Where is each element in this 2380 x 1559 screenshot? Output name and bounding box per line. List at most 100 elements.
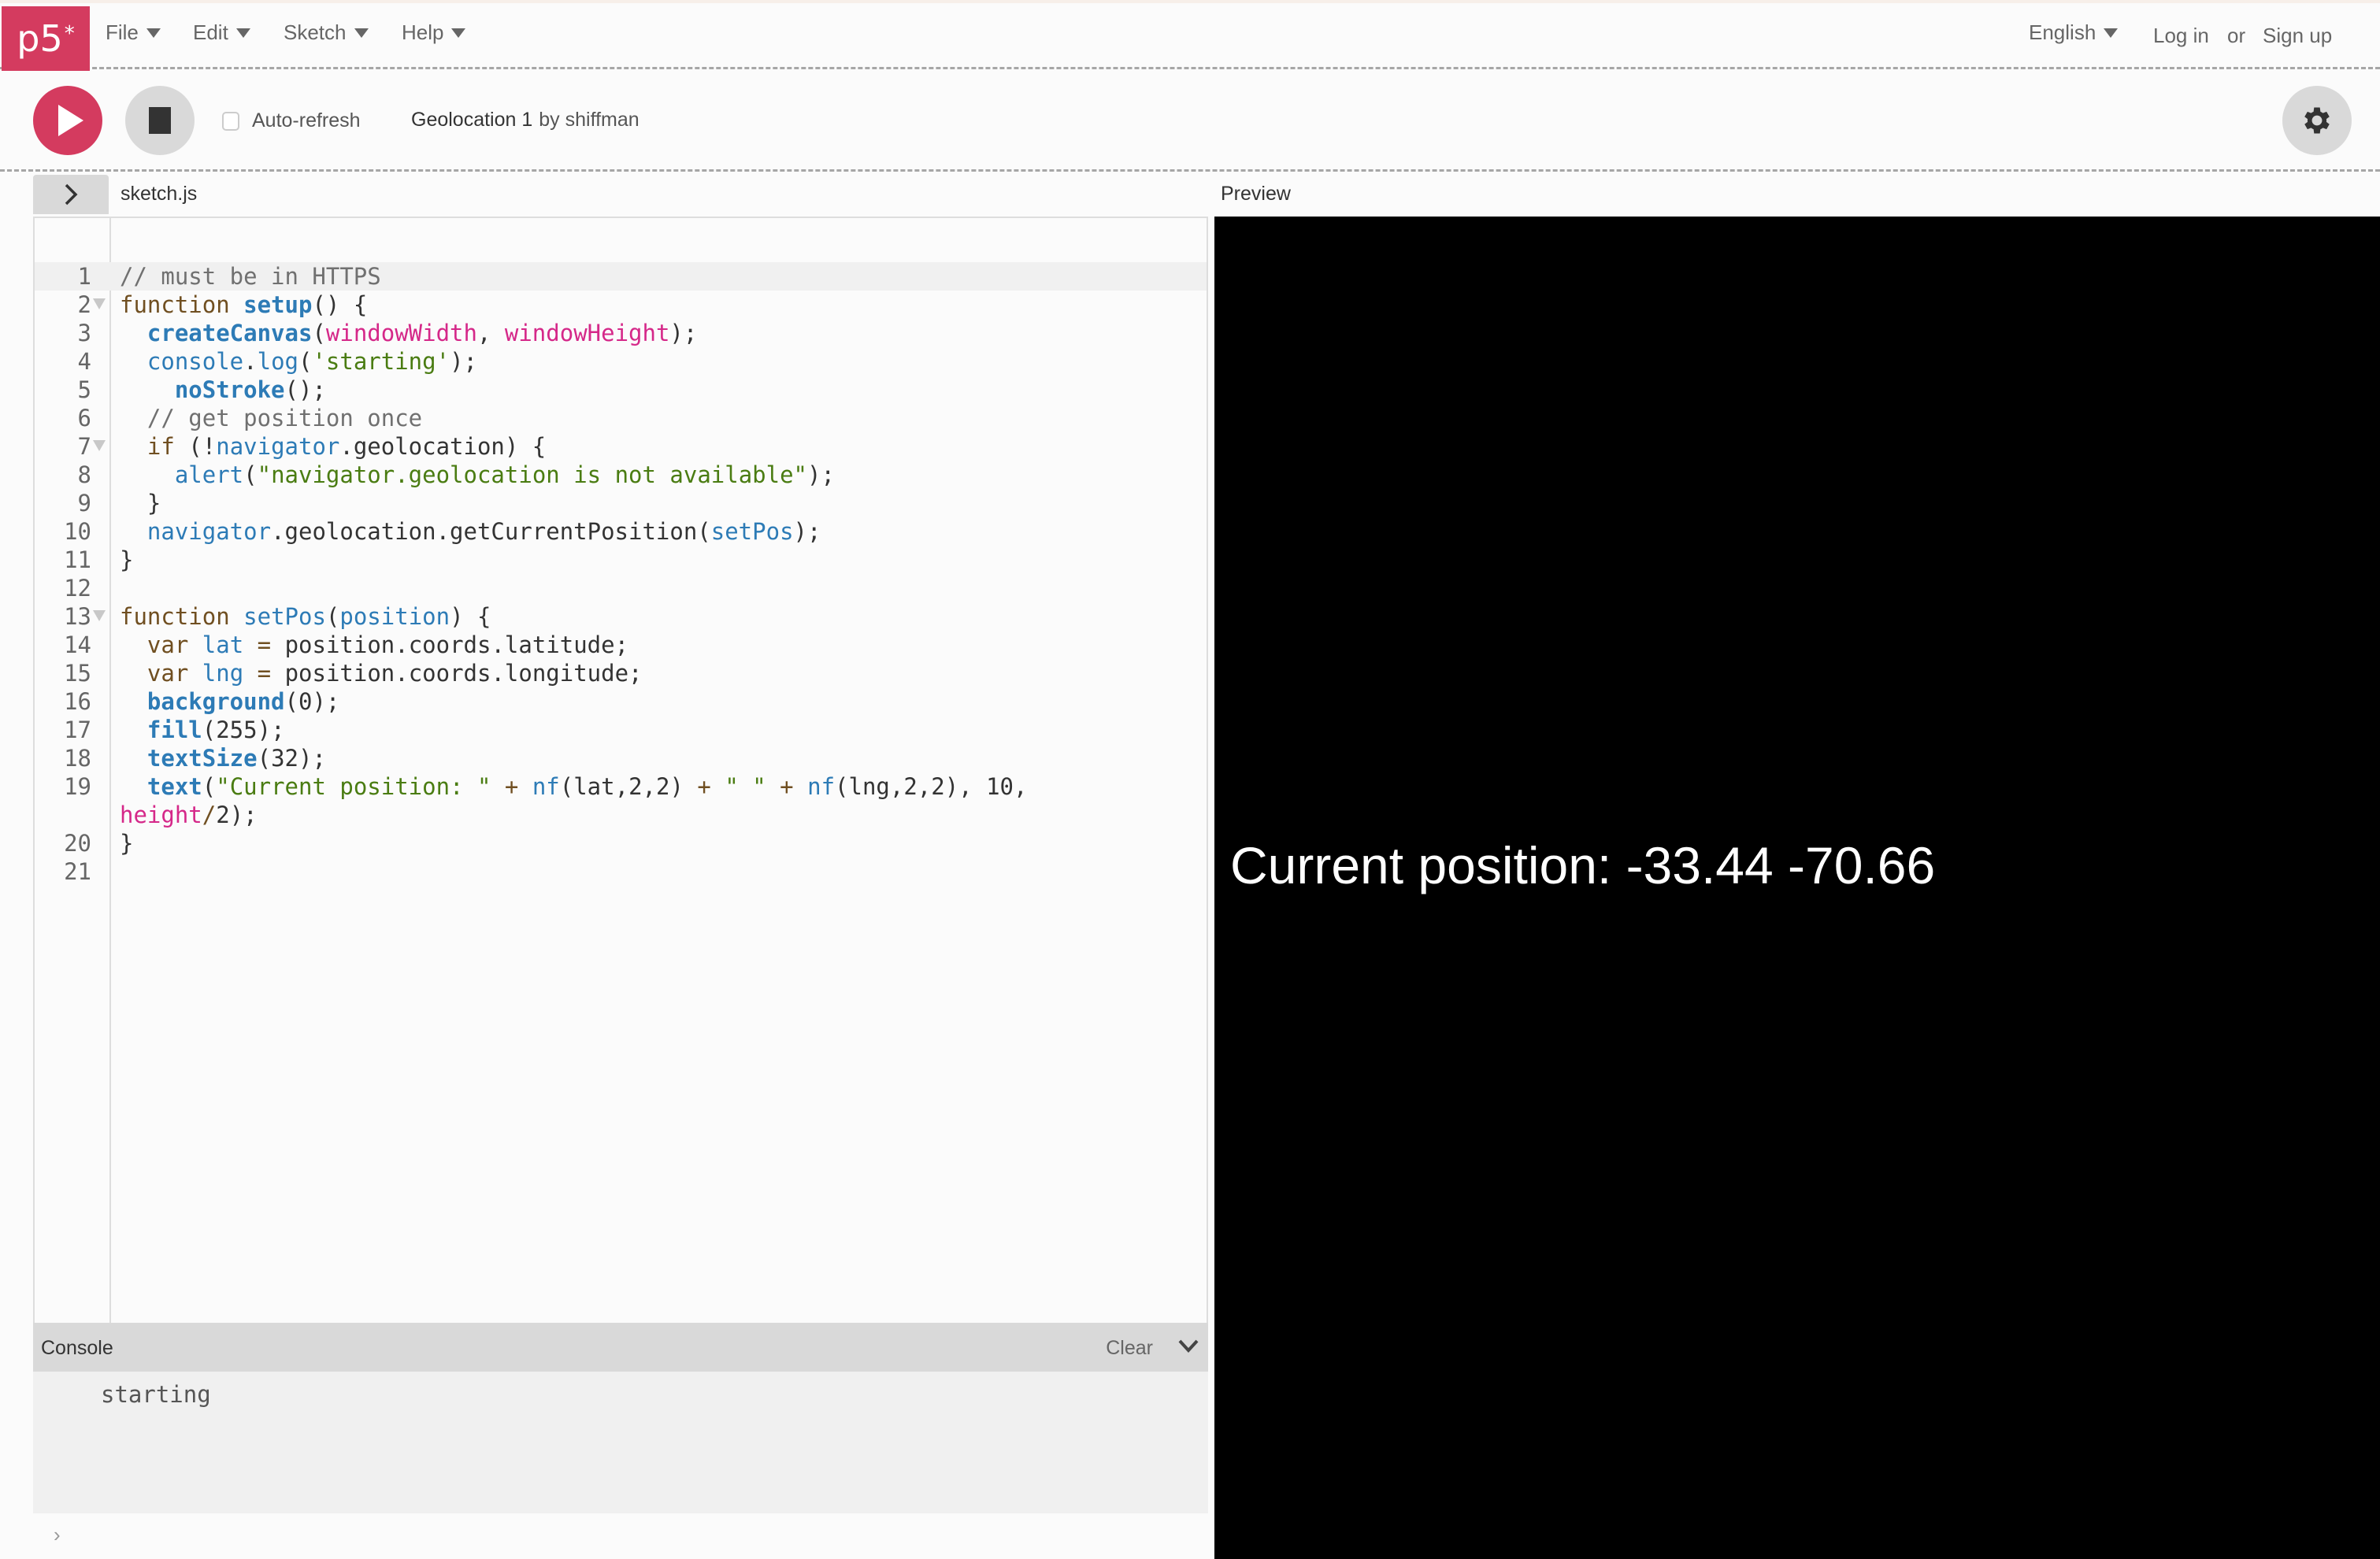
menu-edit-label: Edit xyxy=(193,20,228,44)
code-lines[interactable]: 1// must be in HTTPS 2 function setup() {3… xyxy=(35,262,1207,886)
top-nav: p5 * File Edit Sketch Help English Log in… xyxy=(0,0,2380,71)
code-line[interactable]: 13 function setPos(position) { xyxy=(35,602,1207,631)
code-token: . xyxy=(243,348,258,375)
sidebar-toggle-button[interactable] xyxy=(33,175,109,214)
code-line[interactable]: 10 navigator.geolocation.getCurrentPosit… xyxy=(35,517,1207,546)
code-token: (0); xyxy=(284,688,340,715)
logo-asterisk: * xyxy=(64,22,75,46)
code-line[interactable]: 15 var lng = position.coords.longitude; xyxy=(35,659,1207,687)
code-token: function xyxy=(120,291,230,318)
project-info: Geolocation 1 by shiffman xyxy=(411,109,639,131)
line-text: fill(255); xyxy=(120,716,285,744)
code-token: nf xyxy=(532,773,560,800)
console-input[interactable]: › xyxy=(33,1513,1208,1559)
preview-label: Preview xyxy=(1221,183,1291,205)
play-button[interactable] xyxy=(33,86,102,155)
code-line[interactable]: 6 // get position once xyxy=(35,404,1207,432)
code-token: () { xyxy=(312,291,368,318)
fold-arrow-icon[interactable] xyxy=(93,298,106,309)
code-line[interactable]: 20} xyxy=(35,829,1207,857)
code-token: var xyxy=(146,631,189,658)
code-token: .geolocation) { xyxy=(339,433,547,460)
line-text: console.log('starting'); xyxy=(120,347,477,376)
code-token: fill xyxy=(146,717,202,743)
code-line[interactable]: 17 fill(255); xyxy=(35,716,1207,744)
code-token: textSize xyxy=(146,745,258,772)
code-line[interactable]: 2 function setup() { xyxy=(35,291,1207,319)
code-line[interactable]: 21 xyxy=(35,857,1207,886)
code-line[interactable]: 5 noStroke(); xyxy=(35,376,1207,404)
code-line[interactable]: 11} xyxy=(35,546,1207,574)
line-text: noStroke(); xyxy=(120,376,326,404)
menu-help[interactable]: Help xyxy=(402,20,466,45)
auto-refresh-toggle[interactable]: Auto-refresh xyxy=(222,109,361,132)
chevron-right-icon xyxy=(65,183,78,206)
code-token: ); xyxy=(669,320,698,346)
project-author[interactable]: by shiffman xyxy=(539,109,639,131)
fold-arrow-icon[interactable] xyxy=(93,440,106,451)
code-line[interactable]: 1 // must be in HTTPS xyxy=(35,262,1207,291)
chevron-down-icon[interactable] xyxy=(1177,1334,1200,1357)
code-line[interactable]: 3 createCanvas(windowWidth, windowHeight… xyxy=(35,319,1207,347)
code-token: (lat,2,2) xyxy=(559,773,698,800)
line-text: height/2); xyxy=(120,801,258,829)
code-token: (! xyxy=(174,433,217,460)
caret-down-icon xyxy=(235,28,250,38)
menu-file[interactable]: File xyxy=(106,20,161,45)
code-token: 2); xyxy=(216,802,258,828)
code-line[interactable]: 18 textSize(32); xyxy=(35,744,1207,772)
language-selector[interactable]: English xyxy=(2029,20,2119,45)
code-line[interactable]: 19 text("Current position: " + nf(lat,2,… xyxy=(35,772,1207,801)
console-clear-button[interactable]: Clear xyxy=(1106,1337,1153,1360)
code-token: = xyxy=(257,631,272,658)
code-token: setPos xyxy=(710,518,794,545)
auto-refresh-label: Auto-refresh xyxy=(252,109,361,131)
menu-sketch[interactable]: Sketch xyxy=(284,20,369,45)
project-name[interactable]: Geolocation 1 xyxy=(411,109,532,131)
fold-arrow-icon[interactable] xyxy=(93,610,106,621)
auto-refresh-checkbox[interactable] xyxy=(222,111,239,131)
code-line[interactable]: 16 background(0); xyxy=(35,687,1207,716)
code-line[interactable]: 7 if (!navigator.geolocation) { xyxy=(35,432,1207,461)
line-number: 9 xyxy=(77,490,91,517)
code-line[interactable]: height/2); xyxy=(35,801,1207,829)
code-line[interactable]: 12 xyxy=(35,574,1207,602)
code-token: = xyxy=(257,660,272,687)
stop-button[interactable] xyxy=(125,86,195,155)
preview-canvas-text: Current position: -33.44 -70.66 xyxy=(1230,836,1936,894)
file-tab-sketch-js[interactable]: sketch.js xyxy=(120,183,197,206)
menu-edit[interactable]: Edit xyxy=(193,20,250,45)
settings-button[interactable] xyxy=(2282,86,2352,155)
line-number: 4 xyxy=(77,348,91,375)
code-token: console xyxy=(146,348,244,375)
line-number: 13 xyxy=(64,603,91,630)
line-number: 12 xyxy=(64,575,91,602)
line-text: // must be in HTTPS xyxy=(120,262,381,291)
code-token: // must be in HTTPS xyxy=(120,263,381,290)
code-line[interactable]: 14 var lat = position.coords.latitude; xyxy=(35,631,1207,659)
code-token: position.coords.latitude; xyxy=(271,631,629,658)
code-editor[interactable]: 1// must be in HTTPS 2 function setup() {3… xyxy=(33,217,1208,1323)
signup-link[interactable]: Sign up xyxy=(2263,24,2332,48)
code-line[interactable]: 4 console.log('starting'); xyxy=(35,347,1207,376)
line-text: background(0); xyxy=(120,687,339,716)
login-link[interactable]: Log in xyxy=(2153,24,2209,48)
p5-logo[interactable]: p5 * xyxy=(2,6,90,71)
line-text: var lng = position.coords.longitude; xyxy=(120,659,643,687)
code-line[interactable]: 9 } xyxy=(35,489,1207,517)
code-line[interactable]: 8 alert("navigator.geolocation is not av… xyxy=(35,461,1207,489)
code-token: alert xyxy=(174,461,244,488)
preview-canvas[interactable]: Current position: -33.44 -70.66 xyxy=(1214,217,2380,1559)
